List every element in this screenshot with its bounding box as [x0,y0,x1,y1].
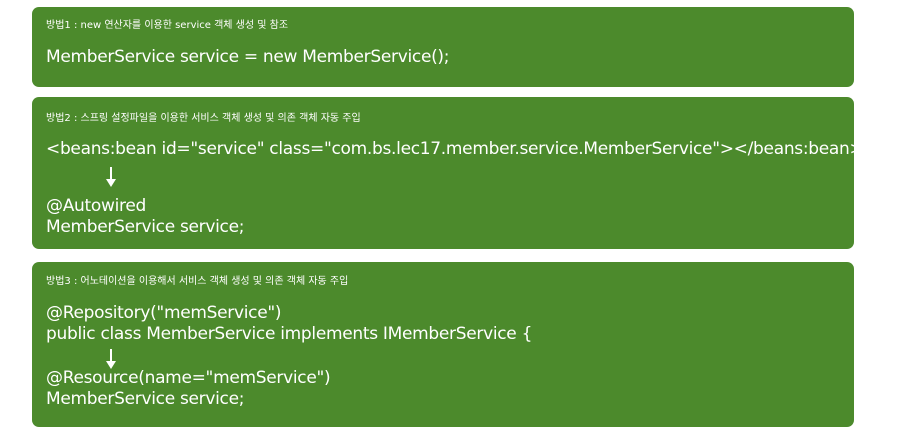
down-arrow-icon [105,348,117,370]
method3-label: 방법3 : 어노테이션을 이용해서 서비스 객체 생성 및 의존 객체 자동 주… [46,276,349,287]
method3-panel: 방법3 : 어노테이션을 이용해서 서비스 객체 생성 및 의존 객체 자동 주… [32,262,854,427]
method1-code: MemberService service = new MemberServic… [46,47,450,67]
method1-panel: 방법1 : new 연산자를 이용한 service 객체 생성 및 참조 Me… [32,7,854,87]
method2-panel: 방법2 : 스프링 설정파일을 이용한 서비스 객체 생성 및 의존 객체 자동… [32,97,864,249]
method1-label: 방법1 : new 연산자를 이용한 service 객체 생성 및 참조 [46,20,289,31]
method3-repository-annotation: @Repository("memService") [46,303,282,323]
down-arrow-icon [105,166,117,188]
method2-field-declaration: MemberService service; [46,217,245,237]
method2-bean-definition: <beans:bean id="service" class="com.bs.l… [46,139,864,159]
method2-autowired-annotation: @Autowired [46,196,146,216]
method2-label: 방법2 : 스프링 설정파일을 이용한 서비스 객체 생성 및 의존 객체 자동… [46,113,361,124]
method3-field-declaration: MemberService service; [46,389,245,409]
method3-class-declaration: public class MemberService implements IM… [46,324,533,344]
method3-resource-annotation: @Resource(name="memService") [46,368,331,388]
